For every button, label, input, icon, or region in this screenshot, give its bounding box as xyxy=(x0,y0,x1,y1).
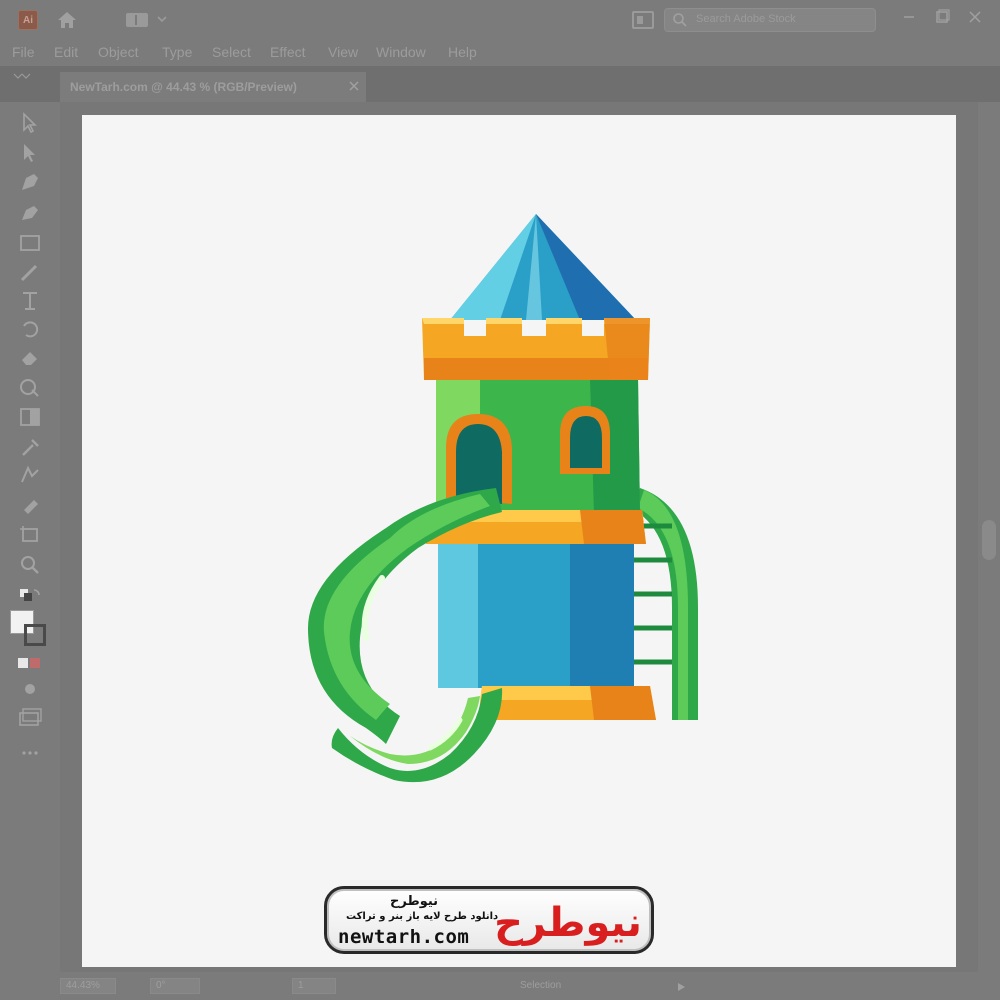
paintbrush-icon[interactable] xyxy=(18,262,42,284)
artboard-icon[interactable] xyxy=(18,524,42,546)
illustrator-window: Ai Search Adobe Stock File Edit Object T… xyxy=(0,0,1000,1000)
zoom-icon[interactable] xyxy=(18,554,42,576)
document-tab-label: NewTarh.com @ 44.43 % (RGB/Preview) xyxy=(70,80,297,94)
default-colors-icon[interactable] xyxy=(18,586,42,608)
tool-mode: Selection xyxy=(520,980,562,991)
menu-type[interactable]: Type xyxy=(162,44,192,60)
color-mode-icon[interactable] xyxy=(18,652,42,674)
direct-selection-icon[interactable] xyxy=(18,142,42,164)
rotate-icon[interactable] xyxy=(18,318,42,340)
vertical-scroll-thumb[interactable] xyxy=(982,520,996,560)
artboard-number: 1 xyxy=(298,980,304,991)
curvature-icon[interactable] xyxy=(18,202,42,224)
rectangle-icon[interactable] xyxy=(18,232,42,254)
more-tools-icon[interactable] xyxy=(18,742,42,764)
menu-file[interactable]: File xyxy=(12,44,35,60)
menu-window[interactable]: Window xyxy=(376,44,426,60)
stroke-swatch[interactable] xyxy=(24,624,46,646)
close-window-icon[interactable] xyxy=(966,8,984,26)
play-icon[interactable] xyxy=(676,982,686,992)
minimize-icon[interactable] xyxy=(900,8,918,26)
type-icon[interactable] xyxy=(18,290,42,312)
watermark-subtitle: دانلود طرح لایه باز بنر و تراکت xyxy=(346,911,499,922)
menu-object[interactable]: Object xyxy=(98,44,138,60)
blend-icon[interactable] xyxy=(18,464,42,486)
playground-tower-illustration[interactable] xyxy=(290,208,710,794)
shape-builder-icon[interactable] xyxy=(18,376,42,398)
menu-edit[interactable]: Edit xyxy=(54,44,78,60)
menu-view[interactable]: View xyxy=(328,44,358,60)
menu-bar xyxy=(0,40,1000,66)
symbol-sprayer-icon[interactable] xyxy=(18,494,42,516)
watermark-url: newtarh.com xyxy=(338,926,470,948)
menu-help[interactable]: Help xyxy=(448,44,477,60)
chevron-down-icon[interactable] xyxy=(157,14,167,24)
watermark-title: نیوطرح xyxy=(390,894,439,909)
search-icon xyxy=(673,13,687,27)
fill-stroke-swatches[interactable] xyxy=(10,610,50,646)
eyedropper-icon[interactable] xyxy=(18,436,42,458)
menu-effect[interactable]: Effect xyxy=(270,44,306,60)
rotation-value: 0° xyxy=(156,980,166,991)
gradient-icon[interactable] xyxy=(18,406,42,428)
workspace-switcher-icon[interactable] xyxy=(126,13,148,27)
eraser-icon[interactable] xyxy=(18,346,42,368)
draw-mode-icon[interactable] xyxy=(18,678,42,700)
close-icon[interactable] xyxy=(348,80,360,92)
newtarh-logo: نیوطرح xyxy=(494,900,642,946)
zoom-level: 44.43% xyxy=(66,980,100,991)
restore-icon[interactable] xyxy=(933,8,951,26)
collapse-panel-icon[interactable] xyxy=(12,72,32,80)
arrange-documents-icon[interactable] xyxy=(632,11,654,29)
home-icon[interactable] xyxy=(56,10,78,30)
selection-icon[interactable] xyxy=(18,112,42,134)
app-logo: Ai xyxy=(18,10,38,30)
pen-icon[interactable] xyxy=(18,172,42,194)
search-placeholder: Search Adobe Stock xyxy=(696,13,796,25)
menu-select[interactable]: Select xyxy=(212,44,251,60)
screen-mode-icon[interactable] xyxy=(18,706,42,728)
logo-text: نیوطرح xyxy=(494,900,642,946)
